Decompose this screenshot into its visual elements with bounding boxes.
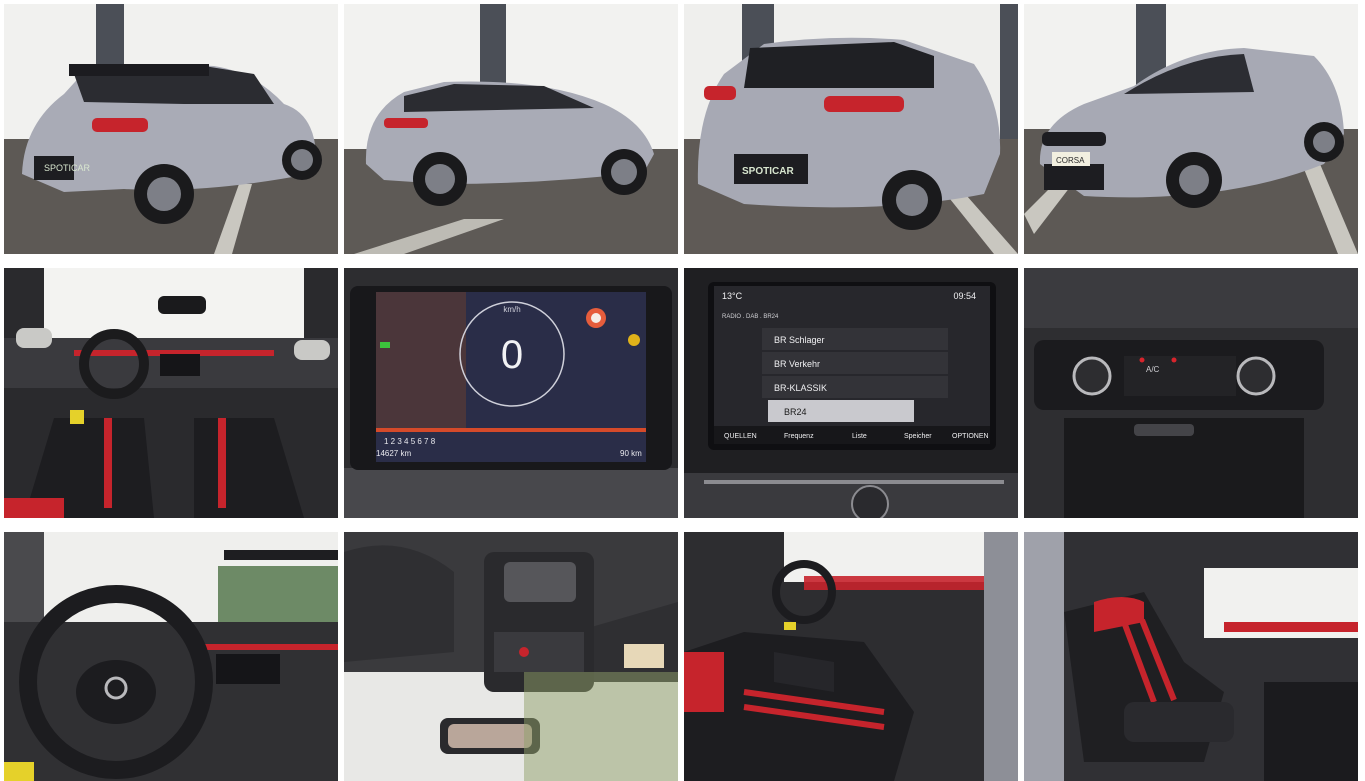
photo-instrument-cluster[interactable]: km/h 0 1 2 3 4 5 6 7 8 14627 km 90 km: [344, 268, 678, 518]
range: 90 km: [620, 449, 642, 458]
photo-overhead-console[interactable]: [344, 532, 678, 781]
front-plate-text: CORSA: [1056, 156, 1085, 165]
photo-gallery: SPOTICAR SPOTICAR CORSA km/h 0 1 2 3 4 5…: [0, 0, 1365, 781]
rear-plate-text-2: SPOTICAR: [742, 166, 794, 177]
station-2: BR Verkehr: [774, 359, 820, 369]
photo-front-three-quarter[interactable]: CORSA: [1024, 4, 1358, 254]
rear-plate-text: SPOTICAR: [44, 163, 91, 173]
source-line: RADIO . DAB . BR24: [722, 314, 779, 320]
photo-side-rear[interactable]: [344, 4, 678, 254]
speed-value: 0: [501, 333, 523, 377]
tab-liste[interactable]: Liste: [852, 433, 867, 440]
station-4: BR24: [784, 407, 807, 417]
photo-rear-three-quarter[interactable]: SPOTICAR: [4, 4, 338, 254]
photo-front-seats-driver[interactable]: [684, 532, 1018, 781]
clock: 09:54: [953, 291, 976, 301]
speed-unit: km/h: [503, 305, 520, 314]
station-1: BR Schlager: [774, 335, 825, 345]
tab-optionen[interactable]: OPTIONEN: [952, 433, 989, 440]
tab-frequenz[interactable]: Frequenz: [784, 433, 814, 440]
car-rear-left-image: SPOTICAR: [4, 4, 338, 254]
temperature: 13°C: [722, 291, 743, 301]
photo-climate-control[interactable]: A/C: [1024, 268, 1358, 518]
photo-infotainment[interactable]: 13°C 09:54 RADIO . DAB . BR24 BR Schlage…: [684, 268, 1018, 518]
tab-speicher[interactable]: Speicher: [904, 433, 932, 440]
odometer: 14627 km: [376, 449, 411, 458]
gear-indicators: 1 2 3 4 5 6 7 8: [384, 437, 436, 446]
photo-steering-wheel[interactable]: [4, 532, 338, 781]
photo-rear[interactable]: SPOTICAR: [684, 4, 1018, 254]
tab-quellen[interactable]: QUELLEN: [724, 433, 757, 440]
station-3: BR-KLASSIK: [774, 383, 827, 393]
photo-front-seats-passenger[interactable]: [1024, 532, 1358, 781]
ac-label: A/C: [1146, 365, 1160, 374]
photo-interior-overview[interactable]: [4, 268, 338, 518]
